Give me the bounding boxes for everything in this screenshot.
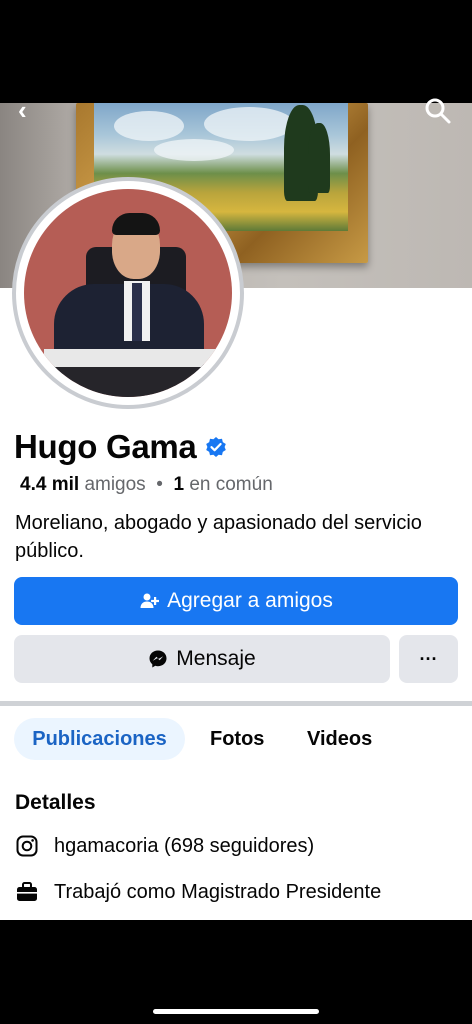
profile-name: Hugo Gama <box>14 428 197 465</box>
mutual-count: 1 <box>173 474 185 495</box>
avatar[interactable] <box>24 189 232 397</box>
profile-screen: ‹ Hugo Gama 4.4 mil amigos • 1 en común … <box>0 0 472 1024</box>
friend-stats[interactable]: 4.4 mil amigos • 1 en común <box>20 474 273 496</box>
chevron-left-icon[interactable]: ‹ <box>18 95 27 126</box>
stats-separator: • <box>156 474 163 495</box>
profile-bio: Moreliano, abogado y apasionado del serv… <box>15 512 422 562</box>
work-text: Trabajó como Magistrado Presidente <box>54 880 382 903</box>
add-friend-button[interactable]: Agregar a amigos <box>14 577 458 625</box>
verified-badge-icon <box>205 437 226 457</box>
more-options-button[interactable]: ··· <box>399 635 458 683</box>
messenger-icon <box>149 650 167 668</box>
tab-fotos[interactable]: Fotos <box>210 718 264 760</box>
section-divider <box>0 701 472 706</box>
mutual-label: en común <box>189 474 273 495</box>
message-label: Mensaje <box>176 647 256 670</box>
message-button[interactable]: Mensaje <box>14 635 390 683</box>
instagram-icon <box>16 835 38 857</box>
instagram-text: hgamacoria (698 seguidores) <box>54 834 315 857</box>
tab-publicaciones[interactable]: Publicaciones <box>14 718 185 760</box>
briefcase-icon <box>17 882 37 901</box>
details-heading: Detalles <box>15 791 96 814</box>
friends-count: 4.4 mil <box>20 474 80 495</box>
search-icon[interactable] <box>424 97 452 125</box>
name-row: Hugo Gama <box>14 428 227 466</box>
add-friend-icon <box>140 593 160 608</box>
home-indicator[interactable] <box>153 1009 319 1014</box>
add-friend-label: Agregar a amigos <box>167 589 333 612</box>
more-options-icon: ··· <box>419 648 438 669</box>
detail-instagram[interactable]: hgamacoria (698 seguidores) <box>15 834 314 858</box>
detail-work: Trabajó como Magistrado Presidente <box>15 880 381 904</box>
friends-label: amigos <box>84 474 146 495</box>
tab-videos[interactable]: Videos <box>307 718 372 760</box>
